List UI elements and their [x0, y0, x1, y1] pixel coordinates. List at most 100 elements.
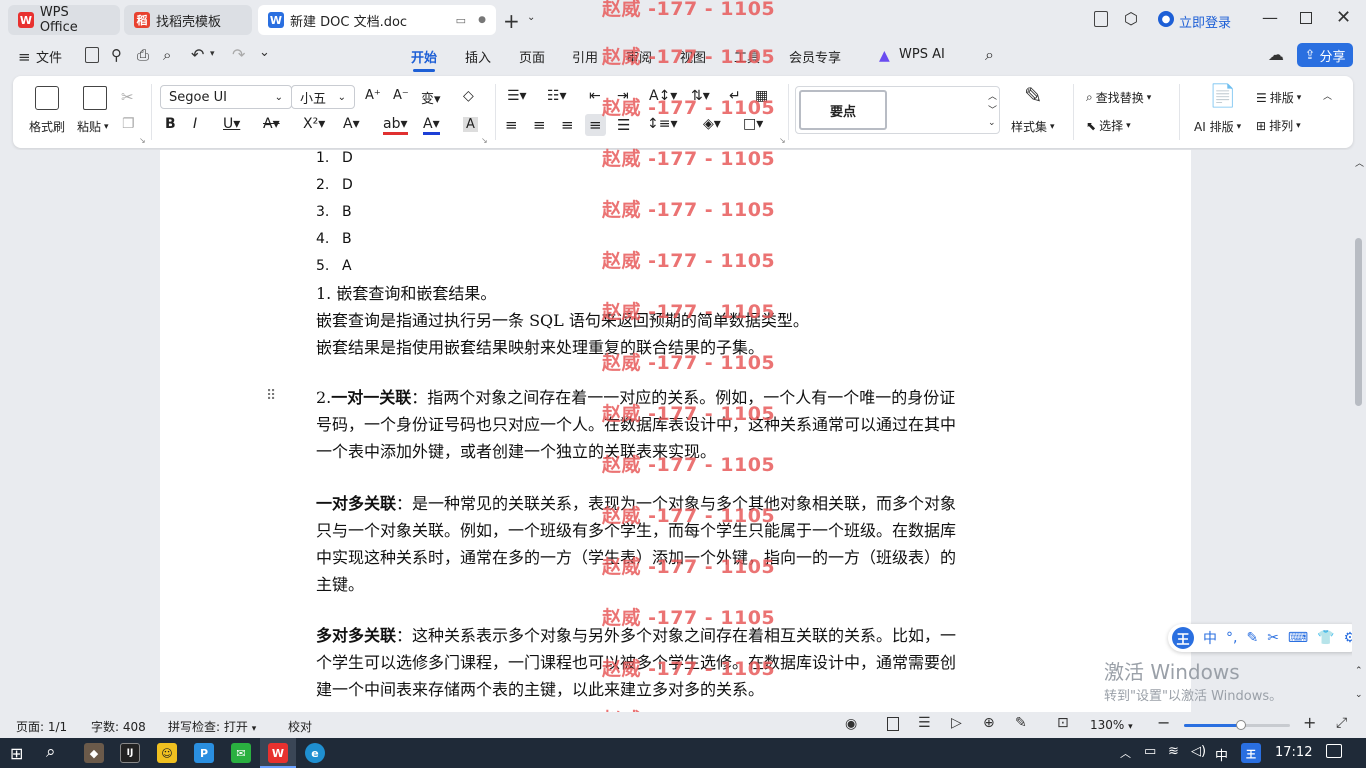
text-effect-icon[interactable]: A▾ [343, 116, 360, 132]
new-tab-icon[interactable]: + [503, 9, 520, 33]
ai-layout-button[interactable]: AI 排版 ▾ [1194, 118, 1241, 135]
app-p-icon[interactable]: P [194, 743, 214, 763]
tab-template[interactable]: 稻 找稻壳模板 [124, 5, 252, 35]
fit-page-icon[interactable]: ⊡ [1057, 715, 1069, 731]
undo-dropdown-icon[interactable]: ▾ [210, 49, 215, 59]
more-dropdown-icon[interactable]: ⌄ [259, 45, 270, 60]
superscript-icon[interactable]: X²▾ [303, 116, 325, 132]
minimize-icon[interactable]: — [1262, 8, 1278, 27]
indent-icon[interactable]: ⇥ [617, 88, 629, 104]
clear-format-icon[interactable]: ◇ [463, 88, 474, 104]
cloud-upload-icon[interactable]: ☁ [1268, 45, 1284, 64]
find-replace-button[interactable]: ⌕ 查找替换 ▾ [1086, 89, 1151, 106]
italic-icon[interactable]: I [193, 116, 197, 132]
share-link-icon[interactable]: ⚲ [111, 46, 122, 64]
menu-review[interactable]: 审阅 [626, 47, 652, 66]
hamburger-icon[interactable]: ≡ [18, 48, 31, 66]
undo-icon[interactable]: ↶ [191, 45, 204, 64]
maximize-icon[interactable] [1300, 12, 1312, 24]
scroll-up-icon[interactable]: ︿ [1355, 156, 1364, 169]
print-icon[interactable]: ⎙ [137, 46, 149, 64]
web-view-icon[interactable]: ⊕ [983, 715, 995, 731]
font-size-select[interactable]: 小五 ⌄ [291, 85, 355, 109]
menu-member[interactable]: 会员专享 [789, 47, 841, 66]
menu-page[interactable]: 页面 [519, 47, 545, 66]
bullet-list-icon[interactable]: ☰▾ [507, 88, 527, 104]
layout-button[interactable]: ☰ 排版 ▾ [1256, 89, 1301, 106]
strikethrough-icon[interactable]: A▾ [263, 116, 280, 132]
page-count[interactable]: 页面: 1/1 [16, 718, 67, 735]
ime-mode[interactable]: 中 [1203, 628, 1217, 648]
justify-icon[interactable]: ≡ [585, 114, 606, 136]
search-icon[interactable]: ⌕ [985, 45, 994, 65]
text-direction-icon[interactable]: A↕▾ [649, 88, 677, 104]
zoom-in-icon[interactable]: + [1303, 713, 1316, 732]
app-ide-icon[interactable]: IJ [120, 743, 140, 763]
login-button[interactable]: 立即登录 [1179, 12, 1231, 31]
numbered-list-icon[interactable]: ☷▾ [547, 88, 567, 104]
align-left-icon[interactable]: ≡ [505, 116, 518, 134]
distribute-icon[interactable]: ☰ [617, 116, 630, 134]
copy-icon[interactable]: ❐ [122, 116, 135, 132]
volume-icon[interactable]: ◁) [1191, 744, 1206, 759]
battery-icon[interactable]: ▭ [1144, 744, 1156, 759]
menu-home[interactable]: 开始 [411, 47, 437, 72]
style-set-button[interactable]: 样式集 ▾ [1011, 118, 1055, 135]
font-dialog-launcher-icon[interactable]: ↘ [481, 136, 488, 145]
app-game-icon[interactable]: ◆ [84, 743, 104, 763]
tray-expand-icon[interactable]: ︿ [1120, 745, 1131, 761]
zoom-level[interactable]: 130% ▾ [1090, 718, 1133, 732]
input-language[interactable]: 中 [1215, 745, 1228, 764]
arrange-button[interactable]: ⊞ 排列 ▾ [1256, 117, 1301, 134]
ribbon-collapse-icon[interactable]: ︿ [1323, 89, 1332, 102]
word-count[interactable]: 字数: 408 [91, 718, 146, 735]
style-item-emphasis[interactable]: 要点 [799, 90, 887, 130]
paste-icon[interactable] [83, 86, 107, 110]
tab-wps-office[interactable]: W WPS Office [8, 5, 120, 35]
ime-pen-icon[interactable]: ✎ [1246, 630, 1258, 646]
underline-icon[interactable]: U▾ [223, 116, 240, 132]
cut-icon[interactable]: ✂ [121, 88, 134, 106]
paragraph-dialog-launcher-icon[interactable]: ↘ [779, 136, 786, 145]
menu-tools[interactable]: 工具 [734, 47, 760, 66]
line-spacing-icon[interactable]: ↕≡▾ [647, 116, 678, 132]
wechat-icon[interactable]: ✉ [231, 743, 251, 763]
clipboard-dialog-launcher-icon[interactable]: ↘ [139, 136, 146, 145]
clock-time[interactable]: 17:12 [1275, 745, 1312, 760]
format-painter-icon[interactable] [35, 86, 59, 110]
paste-button[interactable]: 粘贴 ▾ [77, 118, 109, 135]
select-button[interactable]: ⬉ 选择 ▾ [1086, 117, 1131, 134]
share-button[interactable]: ⇪ 分享 [1297, 43, 1353, 67]
border-icon[interactable]: □▾ [743, 116, 763, 132]
next-page-icon[interactable]: ⌄ [1355, 690, 1363, 700]
close-icon[interactable]: ✕ [1336, 7, 1351, 28]
show-marks-icon[interactable]: ↵ [729, 88, 741, 104]
ime-keyboard-icon[interactable]: ⌨ [1288, 630, 1308, 646]
ai-layout-icon[interactable]: 📄 [1209, 84, 1236, 109]
app-yellow-icon[interactable]: ☺ [157, 743, 177, 763]
font-color-icon[interactable]: A▾ [423, 116, 440, 135]
menu-view[interactable]: 视图 [680, 47, 706, 66]
scrollbar-thumb[interactable] [1355, 238, 1362, 406]
taskbar-wps-active[interactable]: W [260, 738, 296, 768]
menu-insert[interactable]: 插入 [465, 47, 491, 66]
eye-protection-icon[interactable]: ◉ [845, 716, 857, 732]
tab-list-icon[interactable]: ⌄ [527, 12, 535, 23]
tab-document[interactable]: W 新建 DOC 文档.doc ▭ ● [258, 5, 496, 35]
gallery-up-icon[interactable]: ︿ [988, 89, 997, 102]
save-icon[interactable] [85, 47, 99, 63]
outdent-icon[interactable]: ⇤ [589, 88, 601, 104]
font-name-select[interactable]: Segoe UI ⌄ [160, 85, 292, 109]
drag-handle-icon[interactable]: ⠿ [266, 388, 276, 404]
write-mode-icon[interactable]: ✎ [1015, 715, 1027, 731]
ime-skin-icon[interactable]: 👕 [1317, 630, 1334, 646]
grow-font-icon[interactable]: A⁺ [365, 88, 381, 103]
prev-page-icon[interactable]: ⌃ [1355, 666, 1363, 676]
align-right-icon[interactable]: ≡ [561, 116, 574, 134]
ime-punct-icon[interactable]: °, [1226, 630, 1237, 646]
format-painter-button[interactable]: 格式刷 [29, 118, 65, 135]
monitor-icon[interactable]: ▭ [456, 14, 466, 27]
windows-start-icon[interactable]: ⊞ [10, 744, 23, 763]
cube-icon[interactable]: ⬡ [1124, 9, 1138, 28]
outline-view-icon[interactable]: ☰ [918, 715, 931, 731]
